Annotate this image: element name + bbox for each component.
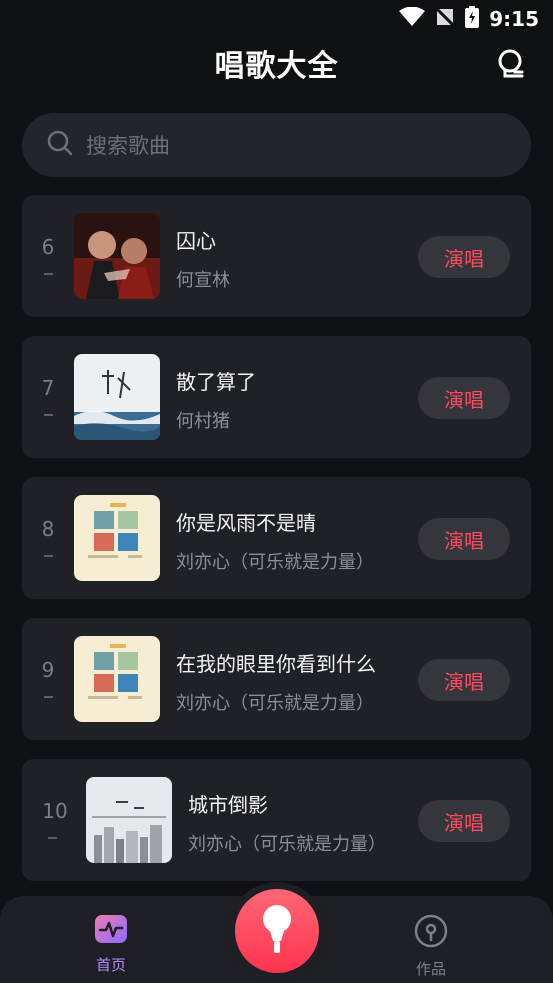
album-cover bbox=[74, 213, 160, 299]
sing-button[interactable]: 演唱 bbox=[418, 236, 510, 278]
tab-home[interactable]: 首页 bbox=[94, 914, 128, 975]
rank-dash bbox=[48, 837, 57, 839]
sing-button[interactable]: 演唱 bbox=[418, 377, 510, 419]
song-card[interactable]: 8 你是风雨不是晴 刘亦心（可乐就是力量） 演唱 bbox=[22, 477, 531, 599]
rank-dash bbox=[44, 414, 53, 416]
song-artist: 何村猪 bbox=[176, 411, 230, 432]
album-cover bbox=[74, 495, 160, 581]
song-rank: 8 bbox=[41, 517, 55, 541]
status-bar: 9:15 bbox=[0, 0, 553, 38]
rank-dash bbox=[44, 273, 53, 275]
pulse-icon bbox=[94, 914, 128, 948]
album-cover bbox=[74, 354, 160, 440]
record-mic-button[interactable] bbox=[235, 889, 319, 973]
song-title: 散了算了 bbox=[176, 370, 256, 394]
song-list: 6 囚心 何宣林 演唱 7 散了算了 何村猪 演唱 8 你是风雨不是晴 刘亦心（… bbox=[22, 195, 531, 900]
battery-charging-icon bbox=[465, 5, 480, 33]
song-card[interactable]: 6 囚心 何宣林 演唱 bbox=[22, 195, 531, 317]
song-rank: 7 bbox=[41, 376, 55, 400]
page-title: 唱歌大全 bbox=[214, 49, 339, 84]
rank-dash bbox=[44, 696, 53, 698]
sing-button[interactable]: 演唱 bbox=[418, 800, 510, 842]
tab-home-label: 首页 bbox=[95, 956, 126, 974]
song-title: 你是风雨不是晴 bbox=[176, 511, 316, 535]
microphone-icon bbox=[260, 904, 294, 958]
song-title: 在我的眼里你看到什么 bbox=[176, 652, 376, 676]
song-artist: 刘亦心（可乐就是力量） bbox=[176, 693, 374, 714]
wifi-icon bbox=[399, 6, 426, 32]
search-bar[interactable]: 搜索歌曲 bbox=[22, 113, 531, 177]
album-cover bbox=[74, 636, 160, 722]
user-profile-icon bbox=[498, 49, 524, 78]
song-card[interactable]: 10 城市倒影 刘亦心（可乐就是力量） 演唱 bbox=[22, 759, 531, 881]
profile-button[interactable] bbox=[491, 44, 531, 84]
app-header: 唱歌大全 bbox=[0, 38, 553, 88]
song-rank: 9 bbox=[41, 658, 55, 682]
song-title: 城市倒影 bbox=[188, 793, 268, 817]
song-title: 囚心 bbox=[176, 229, 216, 253]
search-icon bbox=[46, 129, 74, 161]
sing-button[interactable]: 演唱 bbox=[418, 659, 510, 701]
album-cover bbox=[86, 777, 172, 863]
works-icon bbox=[414, 914, 448, 952]
song-artist: 何宣林 bbox=[176, 270, 230, 291]
song-artist: 刘亦心（可乐就是力量） bbox=[188, 834, 386, 855]
song-card[interactable]: 7 散了算了 何村猪 演唱 bbox=[22, 336, 531, 458]
song-rank: 6 bbox=[41, 235, 55, 259]
song-card[interactable]: 9 在我的眼里你看到什么 刘亦心（可乐就是力量） 演唱 bbox=[22, 618, 531, 740]
no-signal-icon bbox=[435, 6, 456, 32]
search-input[interactable]: 搜索歌曲 bbox=[86, 130, 170, 160]
status-time: 9:15 bbox=[489, 7, 539, 31]
tab-works[interactable]: 作品 bbox=[414, 914, 448, 979]
song-rank: 10 bbox=[42, 799, 68, 823]
song-artist: 刘亦心（可乐就是力量） bbox=[176, 552, 374, 573]
sing-button[interactable]: 演唱 bbox=[418, 518, 510, 560]
rank-dash bbox=[44, 555, 53, 557]
tab-works-label: 作品 bbox=[415, 960, 446, 978]
